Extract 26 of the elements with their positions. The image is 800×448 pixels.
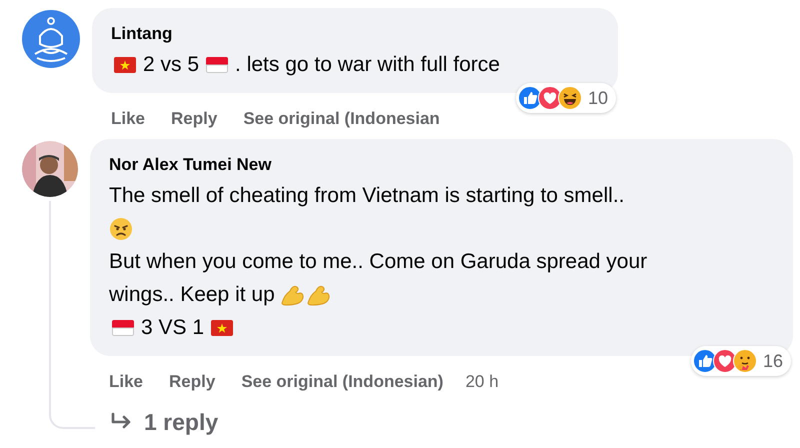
author-name[interactable]: Lintang [111, 22, 598, 46]
avatar[interactable] [22, 10, 80, 68]
comment-text: But when you come to me.. Come on Garuda spread your [109, 248, 648, 275]
action-link[interactable]: Like [111, 106, 146, 132]
action-link[interactable]: Reply [171, 106, 218, 132]
angry-face-icon [109, 216, 133, 240]
action-link[interactable]: See original (Indonesian) [241, 369, 444, 395]
laughing-face-icon [558, 86, 582, 110]
hugging-face-icon [732, 349, 757, 373]
comment-text: The smell of cheating from Vietnam is starting to smell.. [109, 182, 624, 209]
vietnam-flag-icon [211, 320, 234, 336]
action-link[interactable]: Reply [169, 369, 216, 395]
author-name[interactable]: Nor Alex Tumei New [109, 153, 773, 177]
comment-text: 2 vs 5 [143, 52, 200, 78]
reaction-summary[interactable]: 10 [516, 83, 616, 113]
view-replies-button[interactable]: 1 reply [90, 402, 793, 442]
timestamp[interactable]: 20 h [465, 369, 499, 395]
comment-text: 3 VS 1 [141, 314, 204, 341]
indonesia-flag-icon [112, 320, 134, 336]
action-link[interactable]: See original (Indonesian [243, 106, 440, 132]
action-link[interactable]: Like [109, 369, 144, 395]
indonesia-flag-icon [206, 56, 228, 72]
vietnam-flag-icon [114, 56, 136, 72]
comment-text: wings.. Keep it up [109, 282, 275, 308]
reaction-summary[interactable]: 16 [690, 346, 791, 376]
comment-text: . lets go to war with full force [235, 52, 500, 78]
